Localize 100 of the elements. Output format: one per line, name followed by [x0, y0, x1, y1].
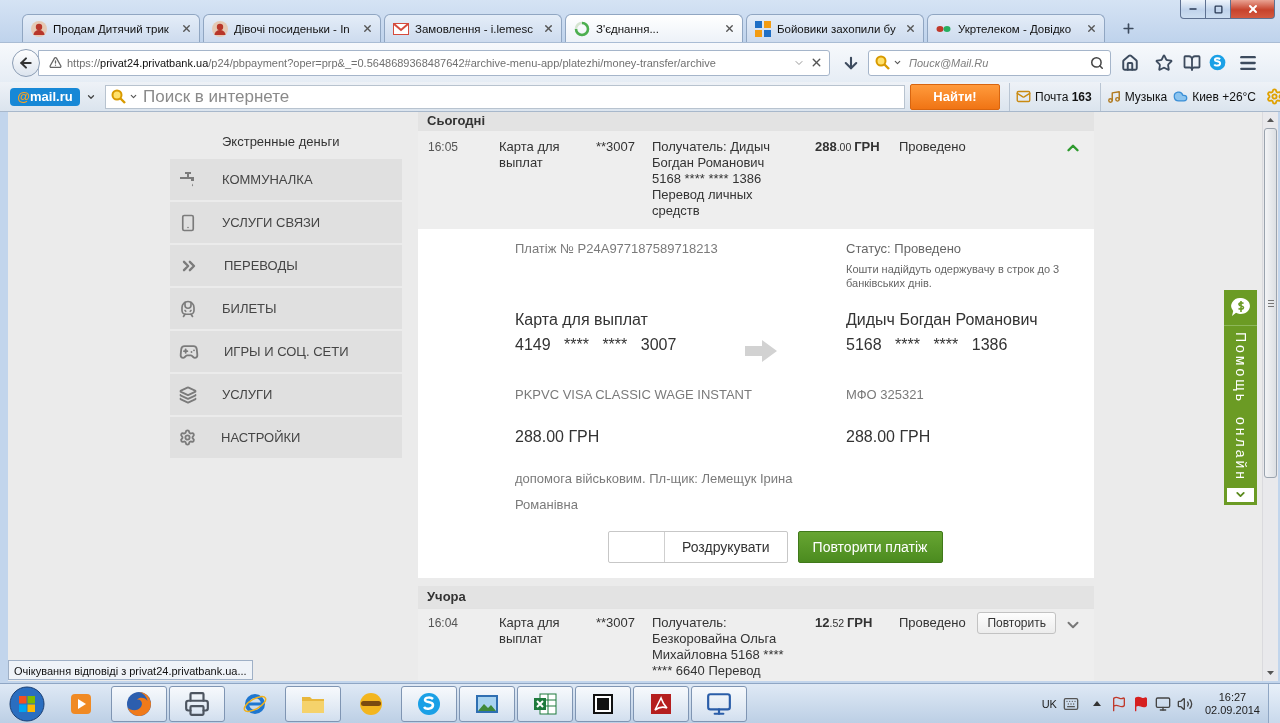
- status-text: Проведено: [899, 615, 966, 631]
- menu-item[interactable]: УСЛУГИ: [170, 374, 402, 415]
- flag-icon[interactable]: [1110, 695, 1127, 712]
- caret-down-icon: [893, 58, 902, 67]
- status-bar-text: Очікування відповіді з privat24.privatbank.ua...: [8, 660, 253, 680]
- ball-icon: [358, 690, 384, 717]
- back-button[interactable]: [12, 48, 40, 77]
- close-icon[interactable]: [724, 23, 735, 34]
- menu-item[interactable]: НАСТРОЙКИ: [170, 417, 402, 458]
- receiver-card-text: 5168 **** **** 1386: [846, 335, 1008, 355]
- envelope-icon: [1016, 89, 1031, 104]
- card-number-text: **3007: [596, 139, 636, 155]
- chat-button[interactable]: [1209, 54, 1226, 71]
- stop-icon[interactable]: [810, 56, 823, 69]
- sender-amount-text: 288.00 ГРН: [515, 427, 600, 447]
- dots-icon: [936, 24, 952, 33]
- caret-up-icon: [1267, 118, 1274, 122]
- clock-time[interactable]: 16:27: [1218, 690, 1247, 704]
- monitor-icon: [706, 690, 732, 717]
- speaker-icon[interactable]: [1176, 695, 1193, 712]
- receiver-name-text: Дидыч Богдан Романович: [846, 310, 1038, 330]
- browser-icon: [126, 690, 152, 717]
- bubble-icon: [1209, 54, 1226, 71]
- menu-item[interactable]: ПЕРЕВОДЫ: [170, 245, 402, 286]
- taskbar-button[interactable]: [575, 685, 631, 722]
- amount-text: 12.52 ГРН: [815, 615, 873, 631]
- close-icon[interactable]: [1086, 23, 1097, 34]
- scrollbar[interactable]: [1262, 112, 1278, 681]
- language-indicator[interactable]: UK: [1041, 697, 1057, 710]
- minimize-button[interactable]: [1180, 0, 1206, 19]
- music-link[interactable]: Музыка: [1099, 82, 1168, 111]
- start-orb-icon: [8, 685, 45, 722]
- tab[interactable]: Укртелеком - Довідко: [927, 14, 1105, 42]
- caret-up-icon[interactable]: [1092, 701, 1101, 706]
- tab[interactable]: З'єднання...: [565, 14, 743, 42]
- chat-bubble-icon: [1229, 297, 1252, 318]
- home-button[interactable]: [1121, 53, 1139, 72]
- reading-list-button[interactable]: [1183, 53, 1201, 72]
- taskbar-button[interactable]: [111, 685, 167, 722]
- mail-link[interactable]: Почта 163: [1009, 82, 1092, 111]
- repeat-payment-button[interactable]: Повторити платіж: [797, 531, 943, 563]
- toggle-button[interactable]: [1227, 487, 1254, 502]
- scrollbar-thumb[interactable]: [1264, 128, 1277, 478]
- avatar-icon: [212, 20, 228, 37]
- card-name-text: Карта для выплат: [499, 139, 561, 171]
- bank-code-text: МФО 325321: [846, 387, 924, 403]
- spreadsheet-icon: [532, 690, 558, 717]
- tiles-icon: [755, 20, 771, 37]
- envelope-icon: [393, 22, 409, 35]
- address-field[interactable]: https://privat24.privatbank.ua/p24/pbpayment?oper=prp&_=0.5648689368487642#archive-menu-app/platezhi/money-transfer/archive: [38, 49, 830, 76]
- faucet-icon: [179, 170, 197, 189]
- bubble-icon: [416, 690, 442, 717]
- tab[interactable]: Дівочі посиденьки - In: [203, 14, 381, 42]
- tab[interactable]: Бойовики захопили бу: [746, 14, 924, 42]
- taskbar-button[interactable]: [633, 685, 689, 722]
- music-icon: [1106, 89, 1121, 104]
- close-button[interactable]: [1231, 0, 1275, 19]
- gear-icon: [179, 429, 196, 446]
- search-engine-icon: [875, 55, 890, 70]
- card-product-text: PKPVC VISA CLASSIC WAGE INSTANT: [515, 387, 752, 403]
- menu-item[interactable]: КОММУНАЛКА: [170, 159, 402, 200]
- warning-icon: [49, 56, 62, 69]
- maximize-button[interactable]: [1206, 0, 1231, 19]
- weather-link[interactable]: Киев +26°C: [1173, 82, 1257, 111]
- keyboard-icon[interactable]: [1062, 695, 1079, 712]
- tab[interactable]: Продам Дитячий трик: [22, 14, 200, 42]
- card-name-text: Карта для выплат: [499, 615, 561, 647]
- section-header: Учора: [418, 586, 1094, 608]
- sidebar-title[interactable]: Экстренные деньги: [222, 134, 340, 149]
- flag-icon[interactable]: [1132, 695, 1149, 712]
- close-icon[interactable]: [181, 23, 192, 34]
- taskbar-button[interactable]: [691, 685, 747, 722]
- status-text: Проведено: [899, 139, 966, 155]
- network-icon[interactable]: [1154, 695, 1171, 712]
- close-icon[interactable]: [543, 23, 554, 34]
- settings-icon: [1266, 88, 1280, 105]
- caret-down-icon: [129, 92, 138, 101]
- search-engine-icon: [111, 89, 126, 104]
- transaction-row[interactable]: 16:04 Карта для выплат **3007 Получатель: Безкоровайна Ольга Михайловна 5168 **** **** 6640 Перевод 12.52 ГРН Проведено Повторить: [418, 608, 1094, 681]
- clock-date[interactable]: 02.09.2014: [1204, 703, 1260, 717]
- menu-item[interactable]: БИЛЕТЫ: [170, 288, 402, 329]
- menu-item[interactable]: ИГРЫ И СОЦ. СЕТИ: [170, 331, 402, 372]
- taskbar-button[interactable]: [169, 685, 225, 722]
- search-icon[interactable]: [1090, 55, 1104, 70]
- search-field[interactable]: Поиск@Mail.Ru: [868, 49, 1111, 76]
- caret-down-icon: [1267, 671, 1274, 675]
- sender-card-text: 4149 **** **** 3007: [515, 335, 677, 355]
- print-button[interactable]: Роздрукувати: [608, 531, 788, 563]
- tab[interactable]: Замовлення - i.lemesc: [384, 14, 562, 42]
- spinner-icon: [574, 20, 590, 37]
- repeat-button[interactable]: Повторить: [977, 612, 1056, 634]
- status-note-text: Кошти надійдуть одержувачу в строк до 3 банківських днів.: [846, 262, 1061, 290]
- bookmark-button[interactable]: [1155, 53, 1173, 72]
- close-icon[interactable]: [905, 23, 916, 34]
- recipient-text: Получатель: Дидыч Богдан Романович 5168 **** **** 1386 Перевод личных средств: [652, 139, 772, 219]
- train-icon: [179, 299, 197, 318]
- close-icon[interactable]: [362, 23, 373, 34]
- menu-item[interactable]: УСЛУГИ СВЯЗИ: [170, 202, 402, 243]
- time-text: 16:04: [428, 615, 459, 631]
- logo[interactable]: @mail.ru: [10, 87, 80, 106]
